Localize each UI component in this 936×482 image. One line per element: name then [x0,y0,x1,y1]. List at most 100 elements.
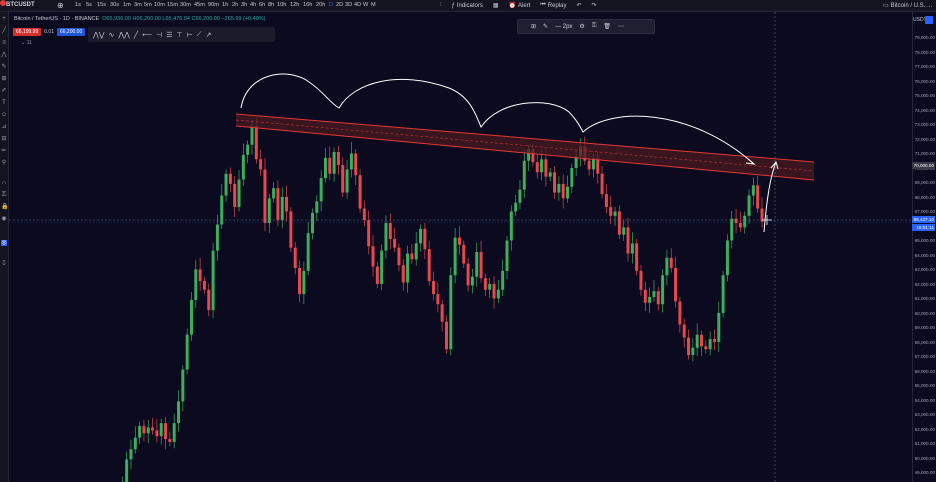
interval-15m[interactable]: 15m [167,2,180,8]
layout-name-button[interactable]: ▭ Bitcoin / U.S. ... [882,2,932,10]
candle-style-button[interactable]: ⫶ [440,2,442,9]
candle-body [224,173,228,196]
zigzag-icon[interactable]: ⋀⋁ [93,31,104,39]
interval-30m[interactable]: 30m [180,2,194,8]
interval-8h[interactable]: 8h [268,2,277,8]
window-icon: ▭ [882,3,889,9]
arrow-line-icon[interactable]: ⟵ [142,31,152,39]
interval-16h[interactable]: 16h [303,2,316,8]
pencil-icon[interactable]: ✏ [1,148,7,154]
candle-body [384,223,388,251]
buy-button[interactable]: 66,200.00 [56,28,86,36]
parallel-lines-icon[interactable]: ☰ [166,31,172,39]
candle-body [548,172,552,177]
interval-20h[interactable]: 20h [316,2,329,8]
arrow-icon[interactable]: ↗ [206,31,212,39]
ray-icon[interactable]: ⊢ [187,31,193,39]
crosshair-icon[interactable]: + [1,16,7,22]
interval-5s[interactable]: 5s [86,2,97,8]
interval-5m[interactable]: 5m [144,2,154,8]
projection-icon[interactable]: ⊞ [1,76,7,82]
more-icon[interactable]: ⋯ [618,23,624,30]
pattern-icon[interactable]: ⋀ [1,52,7,58]
settings-icon[interactable]: ⚙ [579,23,584,30]
interval-1m[interactable]: 1m [123,2,134,8]
text-icon[interactable]: T [1,100,7,106]
color-pencil-icon[interactable]: ✎ [543,23,548,30]
horizontal-line-icon[interactable]: ⊣ [156,31,162,39]
smile-icon[interactable]: ☺ [1,112,7,118]
pattern-icon[interactable]: ⋀⋀ [118,31,129,39]
interval-3d[interactable]: 3D [345,2,354,8]
interval-m[interactable]: M [371,2,379,8]
candle-body [362,208,366,221]
trash-icon[interactable]: ▯ [1,260,7,266]
fib-icon[interactable]: ≡ [1,40,7,46]
candle-body [358,175,362,209]
extended-line-icon[interactable]: ⟋ [197,31,202,39]
delete-icon[interactable]: 🗑 [603,23,611,30]
eye-icon[interactable]: ◉ [1,216,7,222]
replay-button[interactable]: ⏮ Replay [540,2,566,9]
interval-10h[interactable]: 10h [277,2,290,8]
candle-body [553,172,557,193]
candle-body [483,278,487,290]
visibility-icon[interactable]: ◎ [1,240,7,246]
interval-4d[interactable]: 4D [354,2,363,8]
price-axis-label: 51,000.00 [914,441,935,446]
undo-button[interactable]: ↶ [576,2,581,9]
interval-10m[interactable]: 10m [154,2,167,8]
pen-icon[interactable]: ✐ [1,88,7,94]
lock-icon[interactable]: 🔒 [1,204,8,210]
indicator-collapse[interactable]: ⌄ 11 [21,40,32,46]
trend-line-icon[interactable]: ╱ [1,28,7,34]
plus-circle-icon[interactable]: ⊕ [57,1,64,10]
axis-settings-icon[interactable] [925,16,933,24]
candle-body [708,339,712,350]
measure-icon[interactable]: ⊟ [1,136,7,142]
interval-12h[interactable]: 12h [290,2,303,8]
interval-1s[interactable]: 1s [75,2,86,8]
magnet-icon[interactable]: ∩ [1,180,7,186]
zoom-icon[interactable]: ⚲ [1,160,7,166]
line-tool-icon[interactable]: ╱ [134,31,138,39]
indicators-button[interactable]: ƒ Indicators [452,3,483,9]
interval-1h[interactable]: 1h [222,2,232,8]
wave-icon[interactable]: ∿ [108,31,114,39]
interval-w[interactable]: W [363,2,371,8]
interval-d[interactable]: D [329,2,336,8]
interval-45m[interactable]: 45m [194,2,208,8]
alert-button[interactable]: ⏰ Alert [509,2,531,10]
template-icon[interactable]: ⊞ [531,23,536,30]
sell-button[interactable]: 66,199.99 [13,28,42,36]
interval-3h[interactable]: 3h [241,2,250,8]
interval-2d[interactable]: 2D [336,2,345,8]
price-axis-label: 75,000.00 [914,93,935,98]
interval-6h[interactable]: 6h [259,2,268,8]
current-price-pill: 66,437.10 [912,216,935,223]
interval-15s[interactable]: 15s [97,2,110,8]
lock-icon[interactable]: ⚿ [592,23,597,30]
candle-body [138,426,142,438]
symbol-search-button[interactable]: BTCUSDT [6,2,35,8]
interval-30s[interactable]: 30s [110,2,123,8]
lock-drawing-icon[interactable]: ⚿ [1,192,7,198]
brush-icon[interactable]: ✎ [1,64,7,70]
interval-90m[interactable]: 90m [208,2,222,8]
interval-4h[interactable]: 4h [250,2,259,8]
interval-2h[interactable]: 2h [232,2,241,8]
price-axis[interactable]: 79,000.00 78,000.00 77,000.00 76,000.00 75,0… [912,12,936,482]
candle-body [241,154,245,180]
interval-3m[interactable]: 3m [134,2,144,8]
candle-body [345,169,349,193]
chart-pane[interactable] [9,12,912,482]
candle-body [557,183,561,193]
line-width-button[interactable]: ― 2px [555,24,572,30]
redo-button[interactable]: ↷ [592,2,597,9]
vertical-line-icon[interactable]: ⊤ [177,31,183,39]
ruler-icon[interactable]: ⊿ [1,124,7,130]
price-axis-label: 63,000.00 [914,267,935,272]
candle-body [501,270,505,290]
price-chart[interactable] [9,12,912,482]
layout-button[interactable]: ▦ [493,2,499,9]
